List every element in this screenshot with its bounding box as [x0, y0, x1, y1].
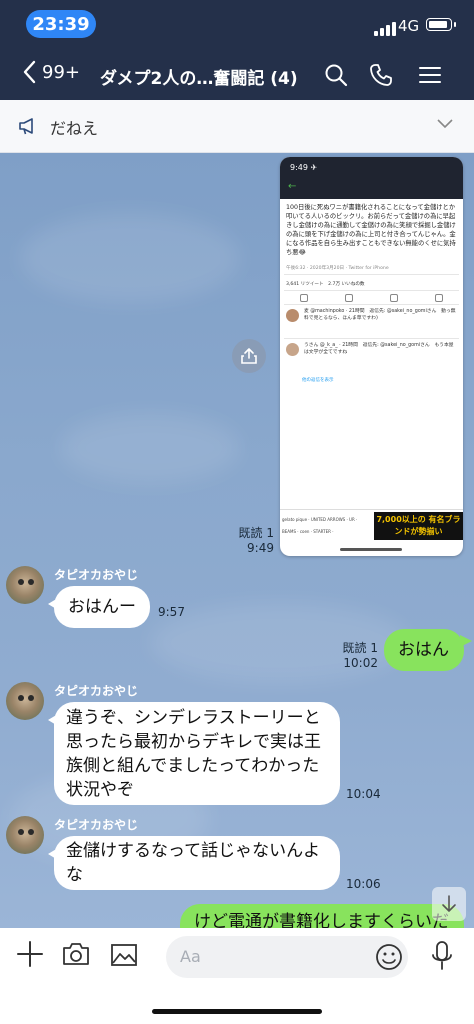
microphone-icon[interactable] — [430, 940, 454, 972]
message-bubble[interactable]: 金儲けするなって話じゃないんよ な — [48, 836, 340, 890]
phone-icon[interactable] — [369, 63, 393, 87]
emoji-icon[interactable] — [375, 943, 403, 971]
back-button[interactable]: 99+ — [22, 60, 80, 84]
menu-icon[interactable] — [418, 63, 442, 87]
share-icon — [241, 348, 257, 364]
scroll-to-bottom-button[interactable] — [432, 887, 466, 921]
message-meta: 既読 1 9:49 — [222, 526, 274, 556]
megaphone-icon — [19, 118, 33, 135]
brand-logos: gelato pique · UNITED ARROWS · UR · BEAM… — [282, 517, 358, 534]
read-receipt: 既読 1 — [238, 526, 274, 540]
tweet-actions — [300, 294, 443, 302]
input-bar: Aa — [0, 928, 474, 1024]
sender-name: タピオカおやじ — [54, 818, 139, 832]
network-type: 4G — [398, 17, 420, 35]
message-time: 10:04 — [346, 787, 381, 801]
plus-icon[interactable] — [16, 940, 44, 968]
battery-icon — [426, 18, 456, 31]
arrow-down-icon — [442, 895, 456, 912]
sender-name: タピオカおやじ — [54, 568, 139, 582]
search-icon[interactable] — [324, 63, 348, 87]
image-message[interactable]: 9:49 ✈ ← 100日後に死ぬワニが書籍化されることになって金儲けとか叩いて… — [280, 157, 463, 556]
announcement-text: だねえ — [50, 119, 99, 138]
message-time: 9:57 — [158, 605, 185, 619]
sender-name: タピオカおやじ — [54, 684, 139, 698]
share-button[interactable] — [232, 339, 266, 373]
image-icon[interactable] — [110, 943, 138, 967]
message-input[interactable]: Aa — [166, 936, 408, 978]
arrow-left-icon: ← — [288, 181, 297, 192]
message-bubble[interactable]: けど電通が書籍化しますくらいだ — [180, 904, 464, 928]
more-replies-link: 他の返信を表示 — [302, 378, 334, 383]
tweet-meta: 午後6:32 · 2020年3月20日 · Twitter for iPhone — [286, 266, 389, 271]
message-bubble[interactable]: 違うぞ、シンデレラストーリーと 思ったら最初からデキレで実は王 族側と組んでまし… — [48, 702, 340, 805]
chevron-left-icon — [23, 60, 36, 84]
clock: 23:39 — [26, 10, 96, 38]
message-time: 10:02 — [343, 656, 378, 670]
avatar[interactable] — [6, 682, 44, 720]
chat-header: 99+ ダメプ2人の…奮闘記 (4) — [0, 50, 474, 100]
message-bubble[interactable]: おはん — [384, 629, 472, 671]
message-bubble[interactable]: おはんー — [48, 586, 150, 628]
status-bar: 23:39 4G — [0, 0, 474, 50]
tweet-stats: 3,641 リツイート 2.7万 いいねの数 — [286, 282, 365, 287]
ad-promo-text: 7,000以上の 有名ブランドが勢揃い — [374, 512, 463, 540]
announcement-bar[interactable]: だねえ — [0, 100, 474, 153]
message-meta: 既読 1 10:02 — [326, 641, 378, 671]
chat-title[interactable]: ダメプ2人の…奮闘記 (4) — [100, 64, 298, 89]
signal-icon — [374, 20, 396, 36]
chevron-down-icon[interactable] — [436, 118, 454, 130]
read-receipt: 既読 1 — [342, 641, 378, 655]
home-indicator — [152, 1009, 322, 1014]
tweet-text: 100日後に死ぬワニが書籍化されることになって金儲けとか叩いてる人いるのビックリ… — [286, 204, 456, 256]
unread-count: 99+ — [42, 61, 80, 83]
message-time: 9:49 — [247, 541, 274, 555]
camera-icon[interactable] — [61, 941, 91, 967]
chat-area[interactable]: 9:49 ✈ ← 100日後に死ぬワニが書籍化されることになって金儲けとか叩いて… — [0, 153, 474, 928]
avatar[interactable] — [6, 566, 44, 604]
avatar[interactable] — [6, 816, 44, 854]
message-time: 10:06 — [346, 877, 381, 891]
ad-banner: gelato pique · UNITED ARROWS · UR · BEAM… — [280, 509, 463, 544]
